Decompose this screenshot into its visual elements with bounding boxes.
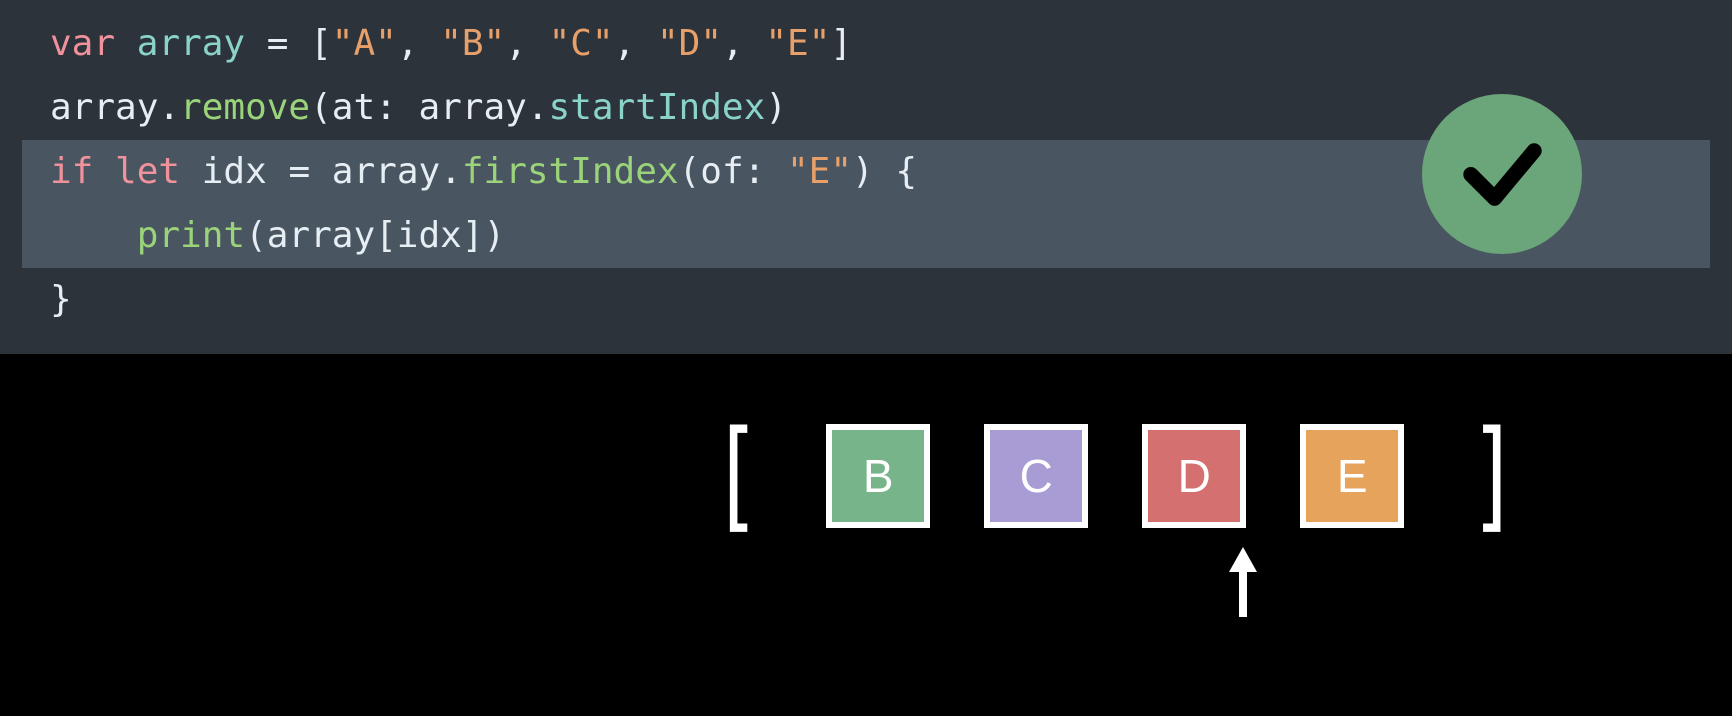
array-visualization: [ BCDE ] (700, 416, 1531, 536)
string-literal: "C" (549, 23, 614, 64)
method-remove: remove (180, 87, 310, 128)
keyword-var: var (50, 23, 115, 64)
checkmark-icon (1455, 127, 1550, 222)
string-literal: "E" (787, 151, 852, 192)
func-print: print (137, 215, 245, 256)
array-box-c: C (984, 424, 1088, 528)
string-literal: "E" (765, 23, 830, 64)
pointer-arrow (1223, 542, 1263, 632)
keyword-let: let (115, 151, 180, 192)
var-name: array (137, 23, 245, 64)
arrow-up-icon (1223, 542, 1263, 622)
string-literal: "A" (332, 23, 397, 64)
keyword-if: if (50, 151, 93, 192)
array-box-b: B (826, 424, 930, 528)
code-panel: var array = ["A", "B", "C", "D", "E"] ar… (0, 0, 1732, 354)
array-box-e: E (1300, 424, 1404, 528)
array-box-d: D (1142, 424, 1246, 528)
valid-badge (1422, 94, 1582, 254)
string-literal: "B" (440, 23, 505, 64)
string-literal: "D" (657, 23, 722, 64)
bracket-close: ] (1469, 416, 1520, 536)
bracket-open: [ (711, 416, 762, 536)
prop-startindex: startIndex (549, 87, 766, 128)
code-line-5: } (0, 268, 1732, 332)
method-firstindex: firstIndex (462, 151, 679, 192)
code-line-1: var array = ["A", "B", "C", "D", "E"] (0, 12, 1732, 76)
diagram-area: [ BCDE ] (0, 354, 1732, 716)
